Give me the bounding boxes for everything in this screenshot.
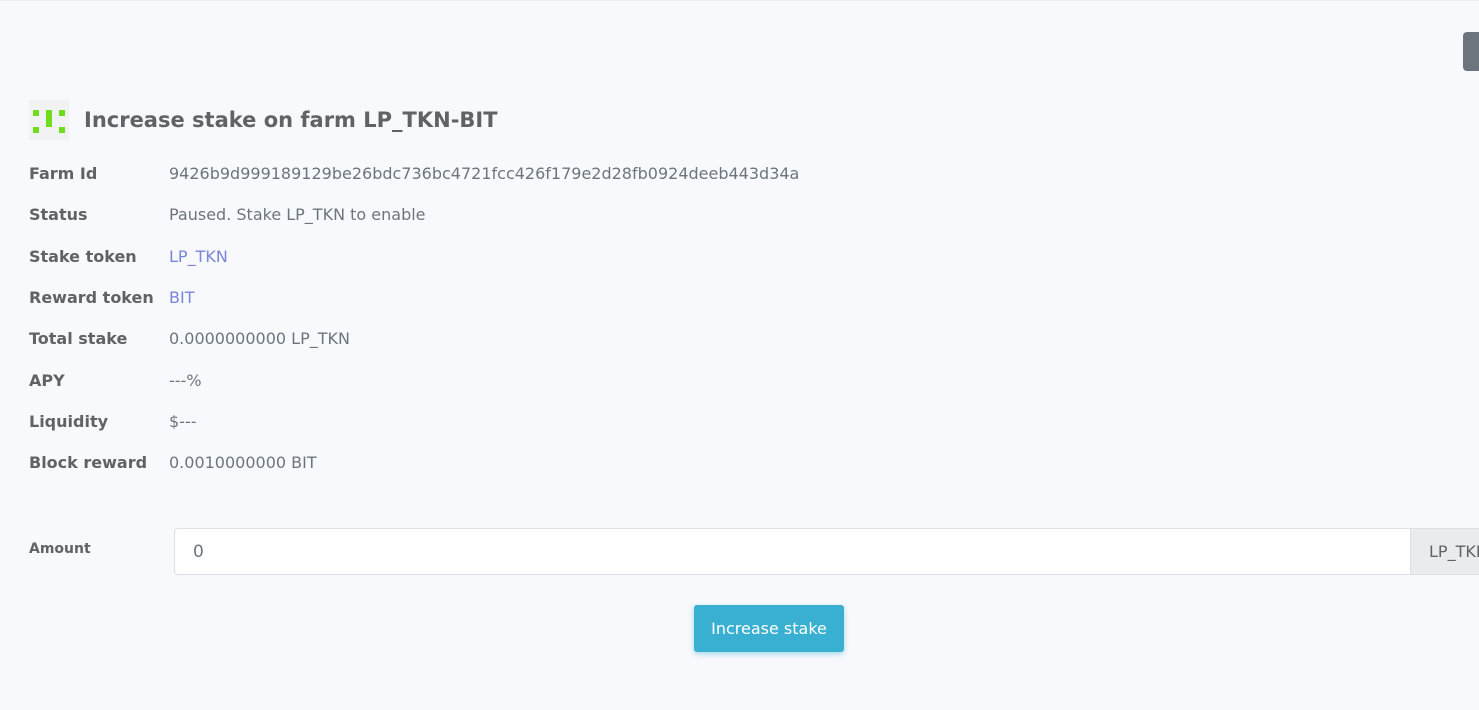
farm-details: Farm Id 9426b9d999189129be26bdc736bc4721… [29,153,799,483]
detail-row-total-stake: Total stake 0.0000000000 LP_TKN [29,318,799,359]
stake-token-link[interactable]: LP_TKN [169,247,228,266]
token-identicon-icon [29,100,69,140]
detail-row-liquidity: Liquidity $--- [29,401,799,442]
detail-row-apy: APY ---% [29,359,799,400]
amount-input-group: LP_TKN [174,528,1479,575]
detail-row-reward-token: Reward token BIT [29,277,799,318]
top-divider [0,0,1479,1]
reward-token-link[interactable]: BIT [169,288,194,307]
detail-row-farm-id: Farm Id 9426b9d999189129be26bdc736bc4721… [29,153,799,194]
detail-row-block-reward: Block reward 0.0010000000 BIT [29,442,799,483]
side-panel-tab[interactable] [1463,32,1479,71]
page-header: Increase stake on farm LP_TKN-BIT [29,100,498,140]
status-value: Paused. Stake LP_TKN to enable [169,205,426,225]
amount-label: Amount [29,541,91,557]
page-title: Increase stake on farm LP_TKN-BIT [84,108,498,132]
liquidity-value: $--- [169,411,197,431]
detail-row-stake-token: Stake token LP_TKN [29,236,799,277]
increase-stake-button[interactable]: Increase stake [694,605,844,652]
detail-label: Block reward [29,453,148,473]
total-stake-value: 0.0000000000 LP_TKN [169,329,350,349]
detail-label: Farm Id [29,164,98,184]
detail-label: Reward token [29,288,154,308]
detail-label: Total stake [29,329,128,349]
detail-row-status: Status Paused. Stake LP_TKN to enable [29,194,799,235]
amount-unit-addon: LP_TKN [1410,528,1479,575]
block-reward-value: 0.0010000000 BIT [169,453,317,473]
apy-value: ---% [169,370,202,390]
detail-label: Stake token [29,246,137,266]
amount-input[interactable] [174,528,1410,575]
detail-label: APY [29,370,65,390]
detail-label: Status [29,205,88,225]
farm-id-value: 9426b9d999189129be26bdc736bc4721fcc426f1… [169,164,800,184]
detail-label: Liquidity [29,411,109,431]
